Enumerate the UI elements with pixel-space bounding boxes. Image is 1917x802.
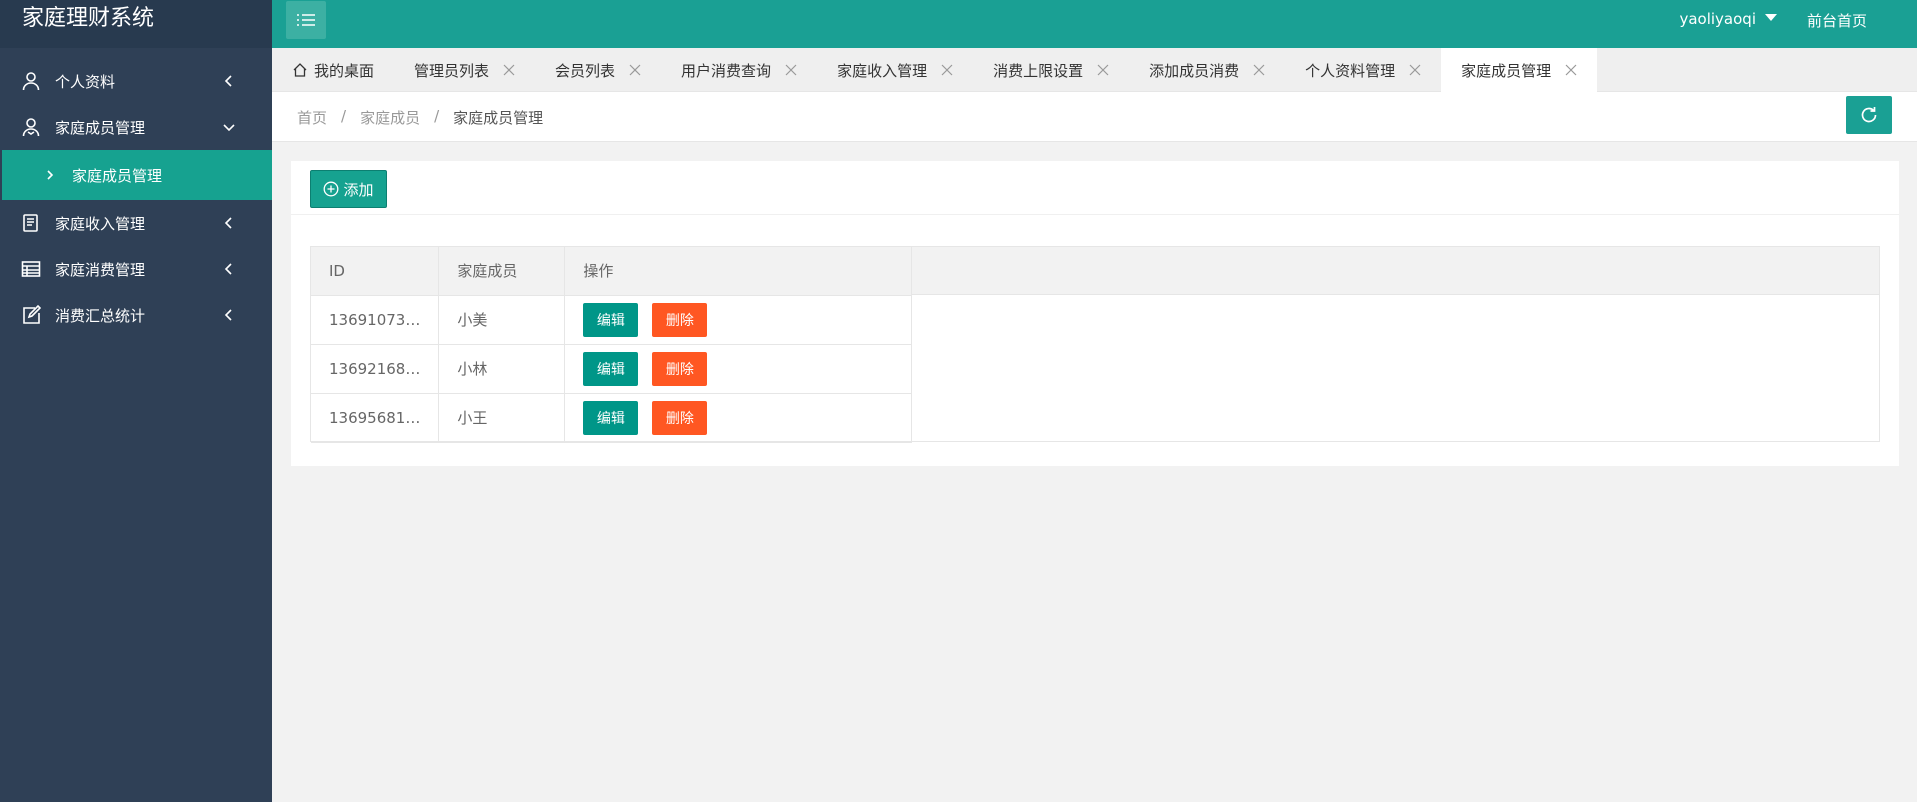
chevron-left-icon [224, 75, 232, 87]
refresh-icon [1861, 107, 1877, 123]
add-circle-icon [324, 181, 339, 197]
sidebar-item-label: 家庭成员管理 [55, 118, 146, 137]
sidebar-item-profile[interactable]: 个人资料 [0, 58, 272, 104]
sidebar-subitem-label: 家庭成员管理 [72, 166, 163, 185]
cell-member: 小王 [438, 393, 566, 443]
breadcrumb-separator: / [434, 107, 440, 125]
cell-id: 13691073… [311, 295, 440, 345]
sidebar-item-label: 家庭消费管理 [55, 260, 146, 279]
notebook-icon [20, 212, 42, 234]
breadcrumb-bar: 首页 / 家庭成员 / 家庭成员管理 [272, 92, 1917, 142]
breadcrumb-separator: / [341, 107, 347, 125]
breadcrumb-home[interactable]: 首页 [297, 107, 327, 128]
tab-my-desktop[interactable]: 我的桌面 [272, 48, 394, 92]
cell-member: 小林 [438, 344, 566, 394]
tab-consumption-limit[interactable]: 消费上限设置 [973, 48, 1129, 92]
tab-add-member-consumption[interactable]: 添加成员消费 [1129, 48, 1285, 92]
close-icon[interactable] [1565, 64, 1577, 76]
close-icon[interactable] [1409, 64, 1421, 76]
cell-ops: 编辑 删除 [564, 295, 913, 345]
tab-label: 个人资料管理 [1305, 61, 1396, 80]
app-title: 家庭理财系统 [0, 0, 272, 48]
menu-icon [297, 14, 315, 26]
close-icon[interactable] [1253, 64, 1265, 76]
close-icon[interactable] [941, 64, 953, 76]
content-card: 添加 ID 家庭成员 操作 13691073… 小美 编辑 删除 1369216… [291, 161, 1899, 466]
edit-button[interactable]: 编辑 [583, 302, 639, 337]
close-icon[interactable] [1097, 64, 1109, 76]
tab-bar: 我的桌面 管理员列表 会员列表 用户消费查询 家庭收入管理 消费上限设置 添加成… [272, 48, 1917, 92]
tab-label: 会员列表 [555, 61, 616, 80]
tab-label: 我的桌面 [314, 61, 375, 80]
table-header-row: ID 家庭成员 操作 [311, 247, 913, 296]
cell-member: 小美 [438, 295, 566, 345]
chevron-left-icon [224, 263, 232, 275]
column-header-id: ID [311, 247, 440, 296]
column-header-member: 家庭成员 [438, 247, 566, 296]
close-icon[interactable] [629, 64, 641, 76]
close-icon[interactable] [785, 64, 797, 76]
edit-icon [20, 304, 42, 326]
edit-button[interactable]: 编辑 [583, 400, 639, 435]
chevron-left-icon [224, 217, 232, 229]
sidebar-item-label: 家庭收入管理 [55, 214, 146, 233]
tab-label: 消费上限设置 [993, 61, 1084, 80]
add-button-label: 添加 [343, 180, 374, 199]
add-button[interactable]: 添加 [310, 170, 387, 208]
cell-id: 13692168… [311, 344, 440, 394]
cell-ops: 编辑 删除 [564, 393, 913, 443]
tab-user-consumption-query[interactable]: 用户消费查询 [661, 48, 817, 92]
sidebar-subitem-family-member-management[interactable]: 家庭成员管理 [2, 150, 272, 200]
table-header-fill [910, 247, 1879, 295]
user-icon [20, 70, 42, 92]
breadcrumb: 首页 / 家庭成员 / 家庭成员管理 [297, 107, 543, 128]
close-icon[interactable] [503, 64, 515, 76]
tab-income-management[interactable]: 家庭收入管理 [817, 48, 973, 92]
tab-label: 家庭收入管理 [837, 61, 928, 80]
breadcrumb-level1[interactable]: 家庭成员 [360, 107, 420, 128]
tab-label: 管理员列表 [414, 61, 490, 80]
members-table: ID 家庭成员 操作 13691073… 小美 编辑 删除 13692168… 小… [310, 246, 1880, 443]
edit-button[interactable]: 编辑 [583, 351, 639, 386]
tab-member-list[interactable]: 会员列表 [535, 48, 661, 92]
sidebar-item-label: 个人资料 [55, 72, 116, 91]
table-row: 13691073… 小美 编辑 删除 [311, 295, 913, 345]
user-menu[interactable]: yaoliyaoqi [1679, 10, 1777, 28]
sidebar-item-family-members[interactable]: 家庭成员管理 [0, 104, 272, 150]
delete-button[interactable]: 删除 [652, 351, 708, 386]
table-row: 13692168… 小林 编辑 删除 [311, 344, 913, 394]
top-header: yaoliyaoqi 前台首页 [272, 0, 1917, 48]
frontend-home-link[interactable]: 前台首页 [1807, 10, 1867, 31]
sidebar: 家庭理财系统 个人资料 家庭成员管理 家庭成员管理 家庭收入管理 家庭消费管理 [0, 0, 272, 802]
cell-ops: 编辑 删除 [564, 344, 913, 394]
table-row: 13695681… 小王 编辑 删除 [311, 393, 913, 443]
sidebar-item-consumption[interactable]: 家庭消费管理 [0, 246, 272, 292]
sidebar-item-label: 消费汇总统计 [55, 306, 146, 325]
username: yaoliyaoqi [1679, 10, 1756, 28]
sidebar-item-income[interactable]: 家庭收入管理 [0, 200, 272, 246]
tab-admin-list[interactable]: 管理员列表 [394, 48, 535, 92]
chevron-left-icon [224, 309, 232, 321]
menu-toggle-button[interactable] [286, 1, 326, 39]
cell-id: 13695681… [311, 393, 440, 443]
column-header-ops: 操作 [564, 247, 913, 296]
delete-button[interactable]: 删除 [652, 302, 708, 337]
tab-label: 添加成员消费 [1149, 61, 1240, 80]
refresh-button[interactable] [1846, 96, 1892, 134]
card-toolbar: 添加 [291, 161, 1899, 215]
chevron-down-icon [223, 124, 235, 132]
caret-down-icon [1765, 13, 1777, 21]
table-icon [20, 258, 42, 280]
chevron-right-icon [47, 170, 54, 180]
user-group-icon [20, 116, 42, 138]
breadcrumb-current: 家庭成员管理 [453, 109, 544, 127]
home-icon [293, 63, 307, 77]
tab-label: 用户消费查询 [681, 61, 772, 80]
tab-family-member-management[interactable]: 家庭成员管理 [1441, 48, 1598, 92]
tab-label: 家庭成员管理 [1461, 61, 1552, 80]
delete-button[interactable]: 删除 [652, 400, 708, 435]
sidebar-item-statistics[interactable]: 消费汇总统计 [0, 292, 272, 338]
tab-profile-management[interactable]: 个人资料管理 [1285, 48, 1441, 92]
